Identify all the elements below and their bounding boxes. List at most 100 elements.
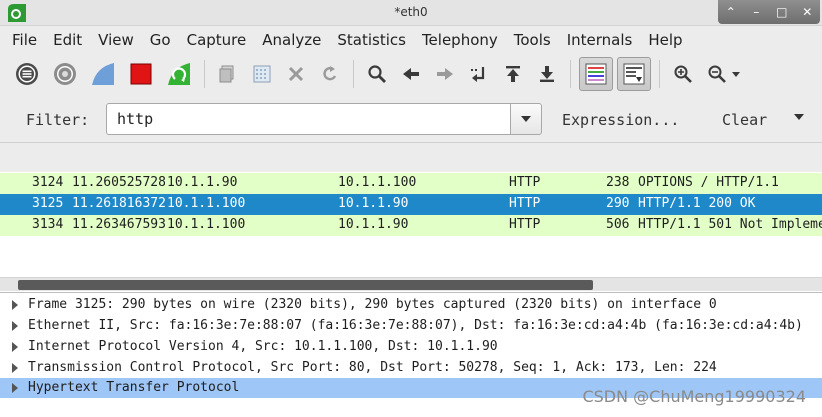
toolbar-separator xyxy=(353,60,354,88)
go-to-packet-button[interactable] xyxy=(464,57,494,91)
expression-button[interactable]: Expression... xyxy=(562,111,679,129)
zoom-in-button[interactable] xyxy=(668,57,698,91)
packet-destination: 10.1.1.100 xyxy=(338,175,417,190)
packet-row[interactable]: 3124 11.260525728 10.1.1.90 10.1.1.100 H… xyxy=(0,173,822,194)
filter-history-dropdown[interactable] xyxy=(510,103,542,135)
reload-icon xyxy=(323,66,337,81)
zoom-out-button[interactable] xyxy=(702,57,746,91)
packet-destination: 10.1.1.90 xyxy=(338,217,409,232)
close-file-button[interactable] xyxy=(281,57,311,91)
packet-info: HTTP/1.1 501 Not Impleme xyxy=(638,217,822,232)
menu-file[interactable]: File xyxy=(4,31,45,49)
tree-item-tcp[interactable]: Transmission Control Protocol, Src Port:… xyxy=(0,358,822,378)
open-file-button[interactable] xyxy=(213,57,243,91)
reload-button[interactable] xyxy=(315,57,345,91)
packet-list-horizontal-scrollbar[interactable] xyxy=(0,277,822,291)
toolbar-overflow-button[interactable] xyxy=(793,111,805,126)
chevron-down-icon xyxy=(794,114,804,120)
menu-view[interactable]: View xyxy=(90,31,142,49)
expand-arrow-icon[interactable] xyxy=(12,342,18,352)
go-forward-button[interactable] xyxy=(430,57,460,91)
window-close-button[interactable]: ✕ xyxy=(797,5,817,19)
main-toolbar xyxy=(0,54,822,94)
go-to-packet-icon xyxy=(471,67,485,82)
restart-capture-button[interactable] xyxy=(162,57,196,91)
packet-source: 10.1.1.90 xyxy=(167,175,238,190)
start-capture-button[interactable] xyxy=(86,57,120,91)
filter-toolbar: Filter: Expression... Clear xyxy=(0,97,822,143)
packet-protocol: HTTP xyxy=(509,217,541,232)
packet-number: 3124 xyxy=(32,175,64,190)
tree-item-ethernet[interactable]: Ethernet II, Src: fa:16:3e:7e:88:07 (fa:… xyxy=(0,316,822,336)
packet-row[interactable]: 3134 11.263467593 10.1.1.100 10.1.1.90 H… xyxy=(0,215,822,236)
menu-bar: File Edit View Go Capture Analyze Statis… xyxy=(0,27,822,53)
chevron-down-icon xyxy=(732,72,740,77)
window-minimize-button[interactable]: – xyxy=(746,5,766,19)
menu-statistics[interactable]: Statistics xyxy=(329,31,414,49)
tree-item-label: Internet Protocol Version 4, Src: 10.1.1… xyxy=(28,339,498,354)
packet-list[interactable]: 3124 11.260525728 10.1.1.90 10.1.1.100 H… xyxy=(0,144,822,292)
packet-time: 11.263467593 xyxy=(72,217,165,232)
menu-internals[interactable]: Internals xyxy=(559,31,641,49)
find-packet-button[interactable] xyxy=(362,57,392,91)
auto-scroll-icon xyxy=(623,63,645,85)
expand-arrow-icon[interactable] xyxy=(12,300,18,310)
expand-arrow-icon[interactable] xyxy=(12,363,18,373)
packet-protocol: HTTP xyxy=(509,196,541,211)
menu-edit[interactable]: Edit xyxy=(45,31,90,49)
tree-item-label: Transmission Control Protocol, Src Port:… xyxy=(28,360,717,375)
go-to-last-button[interactable] xyxy=(532,57,562,91)
find-packet-icon xyxy=(368,65,386,83)
toolbar-separator xyxy=(659,60,660,88)
save-file-icon xyxy=(253,65,271,83)
display-filter-input[interactable] xyxy=(106,103,511,135)
window-title: *eth0 xyxy=(394,5,428,19)
scrollbar-thumb[interactable] xyxy=(18,280,593,290)
go-to-first-button[interactable] xyxy=(498,57,528,91)
tree-item-frame[interactable]: Frame 3125: 290 bytes on wire (2320 bits… xyxy=(0,295,822,315)
expand-arrow-icon[interactable] xyxy=(12,383,18,393)
packet-info: HTTP/1.1 200 OK xyxy=(638,196,756,211)
go-to-last-icon xyxy=(540,66,554,82)
title-bar: *eth0 ⌃ – □ ✕ xyxy=(0,0,822,26)
tree-item-ipv4[interactable]: Internet Protocol Version 4, Src: 10.1.1… xyxy=(0,337,822,357)
packet-length: 290 xyxy=(606,196,630,211)
colorize-icon xyxy=(585,63,607,85)
packet-time: 11.260525728 xyxy=(72,175,165,190)
expand-arrow-icon[interactable] xyxy=(12,321,18,331)
zoom-in-icon xyxy=(674,65,692,83)
tree-item-label: Frame 3125: 290 bytes on wire (2320 bits… xyxy=(28,297,717,312)
packet-number: 3125 xyxy=(32,196,64,211)
window-shade-button[interactable]: ⌃ xyxy=(721,5,741,19)
menu-analyze[interactable]: Analyze xyxy=(254,31,329,49)
go-forward-icon xyxy=(437,68,453,80)
save-file-button[interactable] xyxy=(247,57,277,91)
colorize-button[interactable] xyxy=(579,57,613,91)
packet-protocol: HTTP xyxy=(509,175,541,190)
toolbar-separator xyxy=(570,60,571,88)
packet-time: 11.261816372 xyxy=(72,196,165,211)
packet-destination: 10.1.1.90 xyxy=(338,196,409,211)
capture-options-button[interactable] xyxy=(48,57,82,91)
auto-scroll-button[interactable] xyxy=(617,57,651,91)
packet-row[interactable]: 3125 11.261816372 10.1.1.100 10.1.1.90 H… xyxy=(0,194,822,215)
menu-go[interactable]: Go xyxy=(142,31,179,49)
menu-tools[interactable]: Tools xyxy=(506,31,559,49)
window-maximize-button[interactable]: □ xyxy=(772,5,792,19)
stop-capture-button[interactable] xyxy=(124,57,158,91)
menu-capture[interactable]: Capture xyxy=(179,31,255,49)
tree-item-label: Ethernet II, Src: fa:16:3e:7e:88:07 (fa:… xyxy=(28,318,803,333)
menu-telephony[interactable]: Telephony xyxy=(414,31,506,49)
tree-item-label: Hypertext Transfer Protocol xyxy=(28,380,240,395)
packet-length: 238 xyxy=(606,175,630,190)
menu-help[interactable]: Help xyxy=(640,31,690,49)
clear-filter-button[interactable]: Clear xyxy=(722,111,767,129)
stop-capture-icon xyxy=(130,63,152,85)
interfaces-button[interactable] xyxy=(10,57,44,91)
interfaces-icon xyxy=(16,63,38,85)
packet-source: 10.1.1.100 xyxy=(167,217,246,232)
chevron-down-icon xyxy=(521,116,531,122)
zoom-out-icon xyxy=(708,65,726,83)
start-capture-icon xyxy=(92,63,114,85)
go-back-button[interactable] xyxy=(396,57,426,91)
